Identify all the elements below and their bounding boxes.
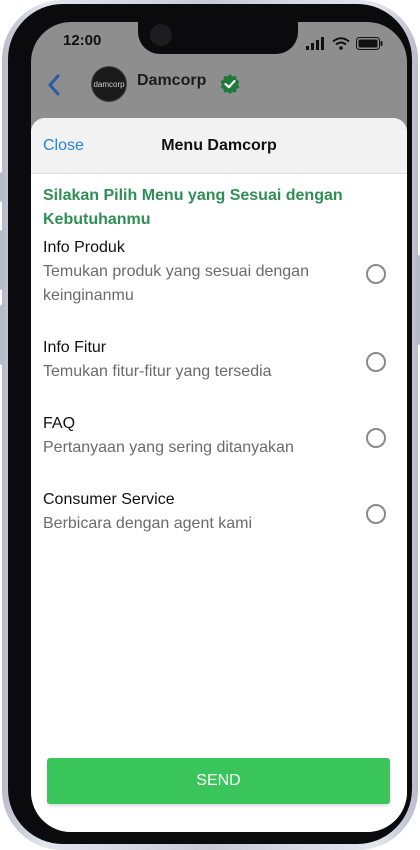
menu-prompt: Silakan Pilih Menu yang Sesuai dengan Ke… <box>43 187 343 228</box>
wifi-icon <box>332 36 350 50</box>
verified-badge-icon <box>220 74 240 94</box>
back-arrow-icon[interactable] <box>47 74 61 96</box>
signal-icon <box>306 36 324 50</box>
volume-up-button <box>0 230 4 290</box>
sheet-title: Menu Damcorp <box>161 137 277 154</box>
phone-bezel: 12:00 damcorp Damcorp Close Menu Damcorp… <box>8 4 412 844</box>
radio-unchecked-icon[interactable] <box>366 504 386 524</box>
send-button[interactable]: SEND <box>47 758 390 804</box>
phone-frame: 12:00 damcorp Damcorp Close Menu Damcorp… <box>0 0 420 850</box>
radio-unchecked-icon[interactable] <box>366 428 386 448</box>
option-consumer-service[interactable]: Consumer Service Berbicara dengan agent … <box>31 488 407 536</box>
option-info-fitur[interactable]: Info Fitur Temukan fitur-fitur yang ters… <box>31 336 407 384</box>
volume-down-button <box>0 305 4 365</box>
option-title: Info Fitur <box>43 339 107 356</box>
avatar-logo-text: damcorp <box>93 79 125 89</box>
notch <box>138 22 298 54</box>
option-title: Consumer Service <box>43 491 175 508</box>
option-description: Temukan produk yang sesuai dengan keingi… <box>43 263 309 304</box>
status-time: 12:00 <box>63 32 102 49</box>
option-faq[interactable]: FAQ Pertanyaan yang sering ditanyakan <box>31 412 407 460</box>
option-description: Berbicara dengan agent kami <box>43 515 253 532</box>
contact-avatar[interactable]: damcorp <box>91 66 127 102</box>
option-title: Info Produk <box>43 239 125 256</box>
power-button <box>416 255 420 345</box>
radio-unchecked-icon[interactable] <box>366 264 386 284</box>
front-camera <box>150 24 172 46</box>
menu-bottom-sheet: Close Menu Damcorp Silakan Pilih Menu ya… <box>31 118 407 832</box>
status-icons <box>306 36 383 50</box>
option-description: Pertanyaan yang sering ditanyakan <box>43 439 294 456</box>
battery-icon <box>356 36 383 50</box>
radio-unchecked-icon[interactable] <box>366 352 386 372</box>
option-title: FAQ <box>43 415 76 432</box>
contact-name[interactable]: Damcorp <box>137 72 206 90</box>
option-info-produk[interactable]: Info Produk Temukan produk yang sesuai d… <box>31 236 407 304</box>
option-description: Temukan fitur-fitur yang tersedia <box>43 363 272 380</box>
sheet-header: Close Menu Damcorp <box>31 118 407 174</box>
chat-header: damcorp Damcorp <box>31 66 407 118</box>
mute-switch <box>0 172 4 202</box>
screen: 12:00 damcorp Damcorp Close Menu Damcorp… <box>31 22 407 832</box>
